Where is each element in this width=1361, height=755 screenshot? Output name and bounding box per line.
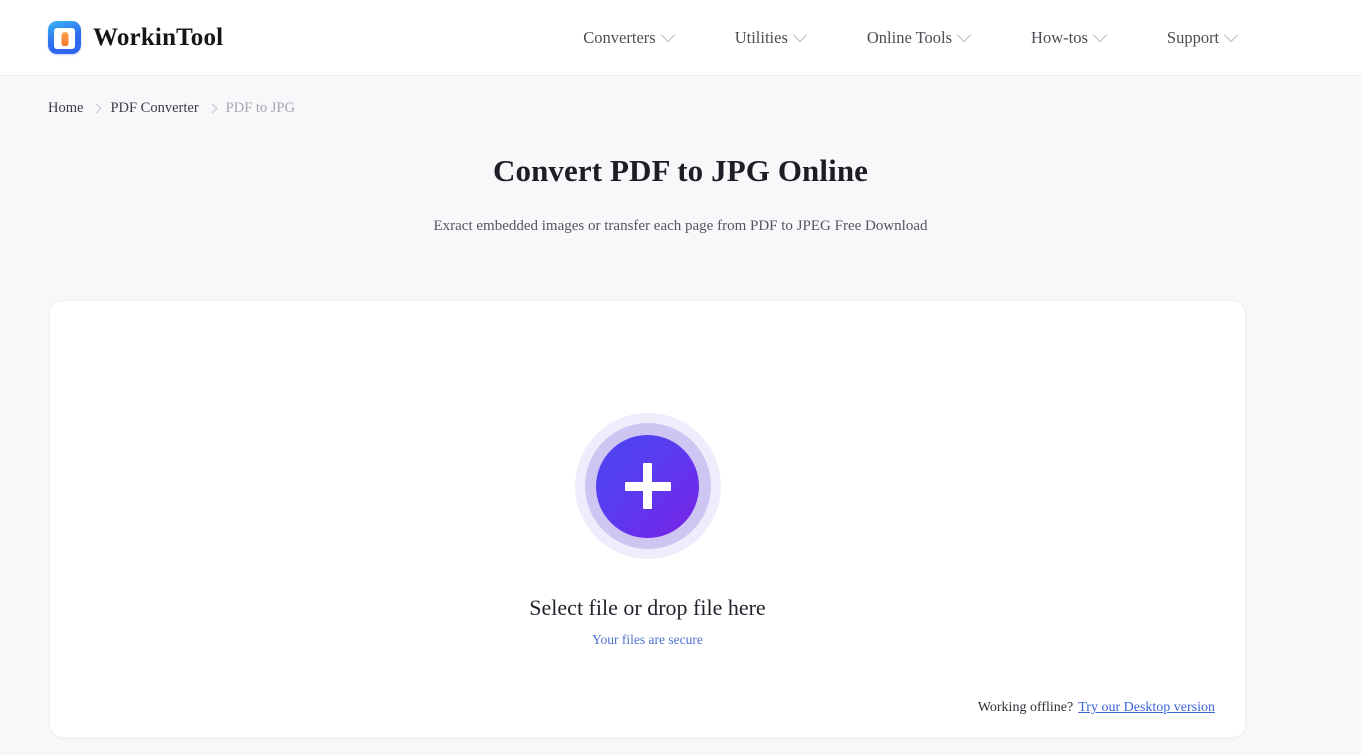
chevron-down-icon bbox=[956, 27, 972, 42]
add-file-ring bbox=[584, 423, 711, 549]
nav-item-online-tools[interactable]: Online Tools bbox=[866, 27, 972, 48]
file-dropzone-card[interactable]: Select file or drop file here Your files… bbox=[49, 300, 1246, 738]
nav-item-how-tos[interactable]: How-tos bbox=[1031, 27, 1107, 48]
page-subtitle: Exract embedded images or transfer each … bbox=[433, 218, 928, 234]
chevron-down-icon bbox=[660, 27, 675, 42]
site-header: WorkinTool Converters Utilities Online T… bbox=[0, 0, 1361, 76]
main-nav: Converters Utilities Online Tools How-to… bbox=[583, 27, 1239, 48]
nav-item-label: Utilities bbox=[734, 27, 788, 47]
brand-name: WorkinTool bbox=[93, 23, 224, 51]
offline-notice-text: Working offline? bbox=[977, 700, 1074, 715]
nav-item-label: Online Tools bbox=[866, 27, 953, 47]
offline-notice: Working offline? Try our Desktop version bbox=[978, 700, 1215, 716]
chevron-down-icon bbox=[1224, 27, 1239, 42]
nav-item-label: Converters bbox=[583, 27, 656, 47]
breadcrumb-item-pdf-converter[interactable]: PDF Converter bbox=[110, 100, 198, 117]
hero-section: Convert PDF to JPG Online Exract embedde… bbox=[0, 153, 1361, 235]
logo-orange-pill bbox=[61, 32, 68, 46]
breadcrumb-item-home[interactable]: Home bbox=[48, 100, 83, 117]
dropzone-content: Select file or drop file here Your files… bbox=[50, 413, 1245, 648]
chevron-right-icon bbox=[207, 103, 218, 114]
files-secure-link[interactable]: Your files are secure bbox=[592, 632, 703, 648]
add-file-button[interactable] bbox=[574, 413, 721, 559]
nav-item-converters[interactable]: Converters bbox=[583, 27, 675, 48]
plus-icon bbox=[596, 434, 699, 538]
breadcrumb-item-current: PDF to JPG bbox=[225, 100, 295, 116]
nav-item-label: How-tos bbox=[1031, 27, 1088, 47]
nav-item-support[interactable]: Support bbox=[1166, 27, 1239, 48]
chevron-down-icon bbox=[1092, 27, 1107, 42]
breadcrumb: Home PDF Converter PDF to JPG bbox=[48, 100, 1361, 117]
nav-item-label: Support bbox=[1166, 27, 1220, 47]
brand-logo-link[interactable]: WorkinTool bbox=[48, 21, 223, 54]
chevron-down-icon bbox=[792, 27, 807, 42]
dropzone-title: Select file or drop file here bbox=[529, 595, 766, 620]
chevron-right-icon bbox=[91, 103, 102, 114]
desktop-version-link[interactable]: Try our Desktop version bbox=[1078, 700, 1215, 716]
nav-item-utilities[interactable]: Utilities bbox=[734, 27, 807, 48]
plus-icon-bar-vertical bbox=[643, 463, 652, 509]
workintool-logo-icon bbox=[48, 21, 81, 54]
page-title: Convert PDF to JPG Online bbox=[492, 153, 869, 188]
